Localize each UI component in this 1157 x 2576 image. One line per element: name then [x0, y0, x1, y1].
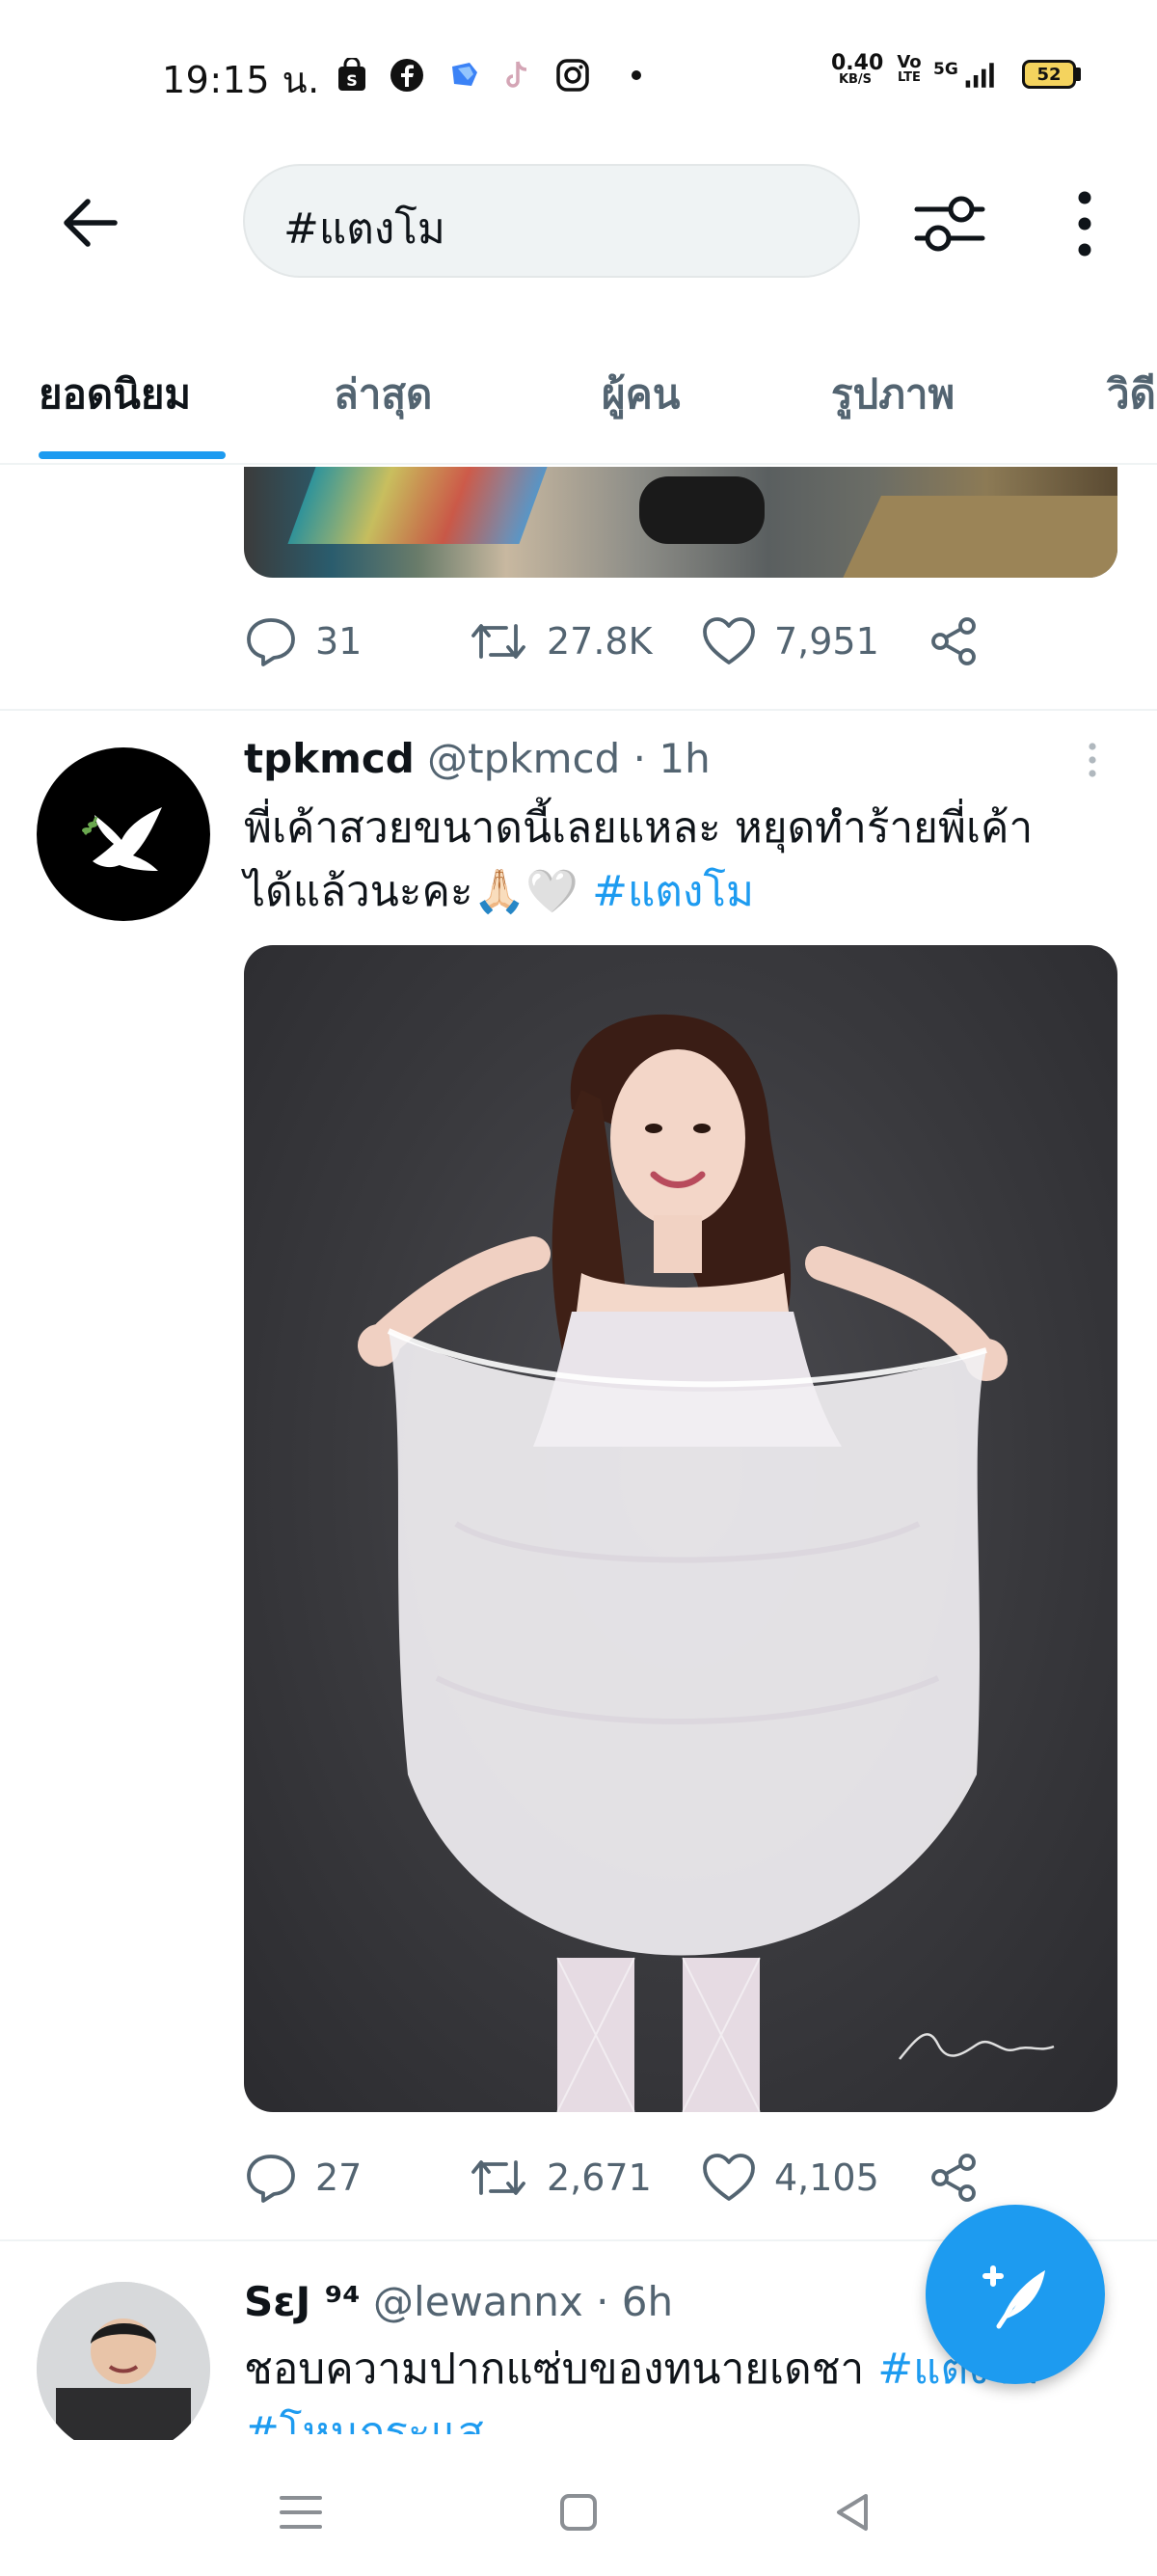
- like-count: 4,105: [774, 2156, 879, 2199]
- sliders-icon: [914, 196, 985, 252]
- avatar-tpkmcd[interactable]: [37, 747, 210, 921]
- search-input[interactable]: #แตงโม: [243, 164, 860, 278]
- heart-icon: [703, 617, 755, 664]
- display-name[interactable]: tpkmcd: [244, 735, 415, 782]
- blue-app-icon: [445, 56, 484, 95]
- battery-level: 52: [1036, 64, 1062, 85]
- status-time: 19:15 น.: [162, 59, 320, 101]
- reply-count: 27: [315, 2156, 363, 2199]
- compose-tweet-button[interactable]: [926, 2205, 1105, 2384]
- search-tabs: ยอดนิยม ล่าสุด ผู้คน รูปภาพ วิดี: [0, 328, 1157, 465]
- active-tab-indicator: [39, 451, 226, 459]
- tab-latest[interactable]: ล่าสุด: [334, 363, 432, 426]
- photographer-signature: [899, 2033, 1055, 2060]
- more-vertical-icon: [1078, 191, 1091, 257]
- network-type: 5G: [933, 60, 958, 79]
- tweet-divider: [0, 709, 1157, 711]
- back-arrow-icon: [64, 199, 118, 247]
- volte-top: Vo: [897, 52, 922, 72]
- tweet-time: · 1h: [632, 735, 711, 782]
- search-query: #แตงโม: [283, 204, 445, 254]
- person-avatar-icon: [37, 2282, 210, 2455]
- user-handle[interactable]: @tpkmcd: [427, 735, 620, 782]
- recent-apps-button[interactable]: [267, 2479, 335, 2546]
- back-nav-button[interactable]: [820, 2479, 887, 2546]
- tweet-image-cropped[interactable]: [244, 467, 1117, 578]
- tab-videos[interactable]: วิดี: [1107, 363, 1156, 426]
- retweet-icon: [471, 624, 525, 659]
- more-vertical-icon: [1089, 743, 1096, 777]
- tweet-header: tpkmcd @tpkmcd · 1h: [244, 735, 711, 782]
- share-icon: [931, 2154, 976, 2202]
- retweet-count: 27.8K: [547, 620, 653, 663]
- tweet-photo[interactable]: [244, 945, 1117, 2112]
- heart-icon: [703, 2154, 755, 2201]
- hashtag-link[interactable]: #แตงโม: [592, 867, 754, 916]
- tab-top[interactable]: ยอดนิยม: [39, 363, 191, 426]
- system-nav-bar: [0, 2440, 1157, 2576]
- tweet-header: SεJ ⁹⁴ @lewannx · 6h: [244, 2278, 673, 2325]
- network-speed-value: 0.40: [831, 51, 884, 75]
- like-button[interactable]: 4,105: [701, 2139, 879, 2216]
- mat: [841, 496, 1117, 578]
- tiktok-icon: [498, 56, 536, 95]
- reply-button[interactable]: 27: [244, 2139, 362, 2216]
- shopping-bag-icon: S: [333, 56, 371, 95]
- tweet-text: พี่เค้าสวยขนาดนี้เลยแหละ หยุดทำร้ายพี่เค…: [244, 797, 1131, 924]
- dove-icon: [82, 807, 162, 871]
- user-handle[interactable]: @lewannx: [373, 2278, 583, 2325]
- tweet-text-line: ชอบความปากแซ่บของทนายเดชา: [244, 2345, 878, 2394]
- notification-dot-icon: [617, 56, 656, 95]
- tab-people[interactable]: ผู้คน: [602, 363, 680, 426]
- svg-text:S: S: [346, 71, 358, 90]
- compose-feather-icon: [982, 2265, 1045, 2329]
- tab-photos[interactable]: รูปภาพ: [831, 363, 955, 426]
- woman-in-white-dress-photo: [358, 1014, 1055, 2112]
- network-speed: 0.40 KB/S: [831, 51, 884, 87]
- triangle-back-icon: [837, 2494, 868, 2531]
- tweet-text-line: ได้แล้วนะคะ🙏🏻🤍: [244, 867, 593, 916]
- retweet-icon: [471, 2160, 525, 2195]
- retweet-button[interactable]: 27.8K: [468, 603, 653, 680]
- reply-icon: [247, 2155, 295, 2203]
- reply-button[interactable]: 31: [244, 603, 362, 680]
- tweet-text-line: พี่เค้าสวยขนาดนี้เลยแหละ หยุดทำร้ายพี่เค…: [244, 803, 1034, 853]
- display-name[interactable]: SεJ ⁹⁴: [244, 2278, 361, 2325]
- back-button[interactable]: [56, 189, 123, 257]
- like-count: 7,951: [774, 620, 879, 663]
- hashtag-link[interactable]: #โหนกระแส: [244, 2408, 484, 2434]
- avatar-lewannx[interactable]: [37, 2282, 210, 2455]
- volte-indicator: Vo LTE: [895, 54, 924, 85]
- like-button[interactable]: 7,951: [701, 603, 879, 680]
- reply-icon: [247, 618, 295, 666]
- tweet-actions: 31 27.8K 7,951: [244, 603, 1117, 680]
- network-speed-unit: KB/S: [838, 72, 873, 87]
- battery-tip: [1076, 68, 1081, 81]
- status-bar: 19:15 น. S 0.40 KB/S Vo LTE 5G 52: [0, 0, 1157, 145]
- retweet-button[interactable]: 2,671: [468, 2139, 652, 2216]
- facebook-icon: [388, 56, 426, 95]
- search-filter-button[interactable]: [906, 185, 993, 262]
- share-button[interactable]: [927, 2139, 981, 2216]
- retweet-count: 2,671: [547, 2156, 652, 2199]
- signal-icon: [962, 56, 1001, 95]
- tweet-more-button[interactable]: [1078, 739, 1107, 787]
- share-button[interactable]: [927, 603, 981, 680]
- picnic-mat: [287, 467, 548, 544]
- shoes: [639, 476, 765, 544]
- reply-count: 31: [315, 620, 363, 663]
- share-icon: [931, 617, 976, 665]
- tweet-time: · 6h: [596, 2278, 674, 2325]
- home-button[interactable]: [545, 2479, 612, 2546]
- tweet-actions: 27 2,671 4,105: [244, 2139, 1117, 2216]
- volte-bottom: LTE: [898, 70, 921, 85]
- square-home-icon: [560, 2494, 597, 2531]
- instagram-icon: [553, 56, 592, 95]
- menu-lines-icon: [280, 2496, 322, 2529]
- battery-icon: 52: [1022, 60, 1076, 89]
- more-options-button[interactable]: [1051, 185, 1118, 262]
